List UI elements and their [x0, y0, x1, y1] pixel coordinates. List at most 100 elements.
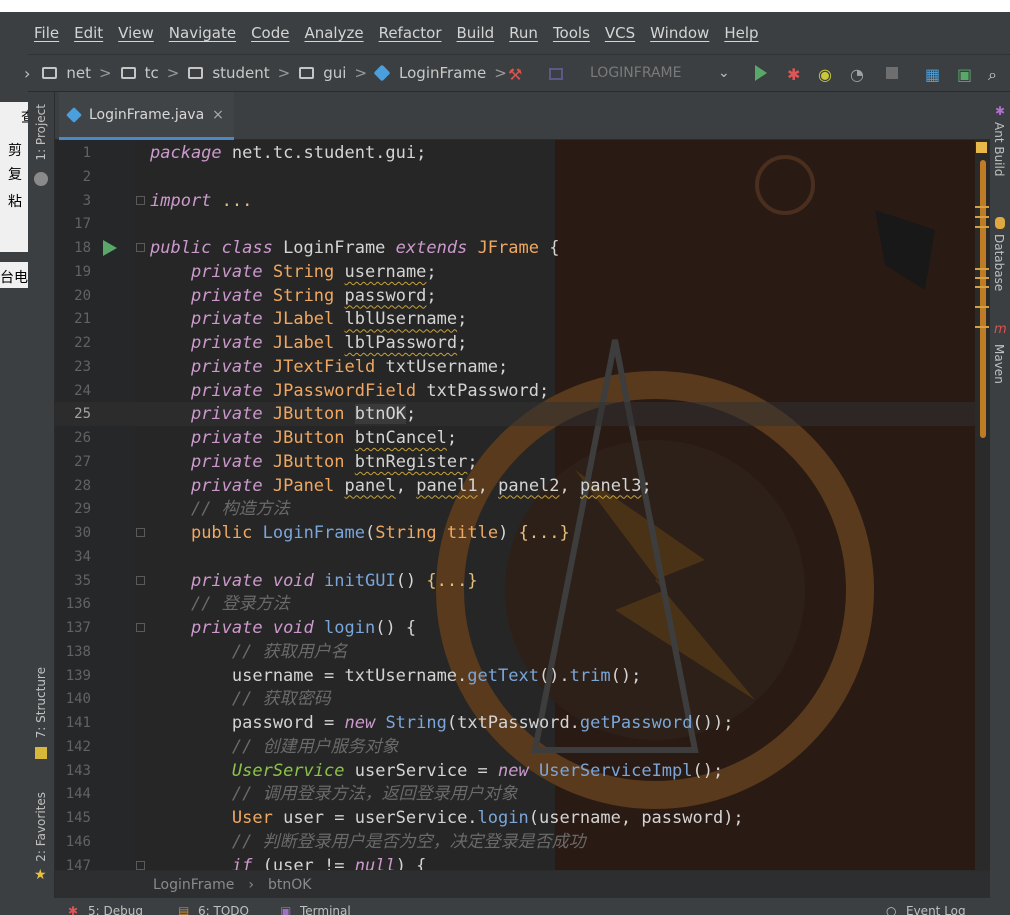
- menu-help[interactable]: Help: [724, 24, 758, 42]
- error-marker[interactable]: [975, 326, 989, 328]
- code-line[interactable]: 3 import ...: [55, 189, 990, 213]
- fold-toggle-icon[interactable]: [136, 528, 145, 537]
- chevron-down-icon[interactable]: ⌄: [718, 65, 730, 81]
- terminal-tool-button[interactable]: Terminal: [300, 904, 351, 915]
- event-log-button[interactable]: Event Log: [906, 904, 966, 915]
- menu-vcs[interactable]: VCS: [605, 24, 635, 42]
- menu-file[interactable]: File: [34, 24, 59, 42]
- project-tool-button[interactable]: 1: Project: [34, 104, 48, 161]
- crumb-tc[interactable]: tc: [120, 64, 159, 82]
- code-line[interactable]: 26 private JButton btnCancel;: [55, 426, 990, 450]
- close-icon[interactable]: ×: [212, 107, 224, 123]
- code-line[interactable]: 21 private JLabel lblUsername;: [55, 307, 990, 331]
- code-line[interactable]: 141 password = new String(txtPassword.ge…: [55, 711, 990, 735]
- fold-toggle-icon[interactable]: [136, 243, 145, 252]
- profiler-icon[interactable]: ◔: [850, 65, 864, 84]
- menu-tools[interactable]: Tools: [553, 24, 590, 42]
- code-line[interactable]: 17: [55, 212, 990, 236]
- run-icon[interactable]: [755, 65, 767, 81]
- code-line[interactable]: 20 private String password;: [55, 284, 990, 308]
- code-line[interactable]: 24 private JPasswordField txtPassword;: [55, 379, 990, 403]
- menu-window[interactable]: Window: [650, 24, 709, 42]
- code-line[interactable]: 136 // 登录方法: [55, 592, 990, 616]
- menu-navigate[interactable]: Navigate: [169, 24, 236, 42]
- code-line[interactable]: 144 // 调用登录方法，返回登录用户对象: [55, 782, 990, 806]
- code-token: ;: [467, 451, 478, 472]
- fold-toggle-icon[interactable]: [136, 195, 145, 205]
- code-line[interactable]: 1 package net.tc.student.gui;: [55, 141, 990, 165]
- error-marker[interactable]: [975, 277, 989, 279]
- code-line[interactable]: 18 public class LoginFrame extends JFrame…: [55, 236, 990, 260]
- search-icon[interactable]: ⌕: [988, 65, 997, 85]
- menu-build[interactable]: Build: [457, 24, 495, 42]
- coverage-icon[interactable]: ◉: [818, 65, 832, 84]
- code-line[interactable]: 139 username = txtUsername.getText().tri…: [55, 664, 990, 688]
- fold-toggle-icon[interactable]: [136, 860, 145, 870]
- code-line[interactable]: 137 private void login() {: [55, 616, 990, 640]
- menu-view[interactable]: View: [118, 24, 154, 42]
- code-line[interactable]: 35 private void initGUI() {...}: [55, 569, 990, 593]
- editor-scroll-gutter[interactable]: [975, 140, 990, 870]
- scrollbar-thumb[interactable]: [980, 160, 986, 438]
- editor-tab-bar: LoginFrame.java ×: [55, 92, 990, 140]
- code-line[interactable]: 140 // 获取密码: [55, 687, 990, 711]
- error-marker[interactable]: [975, 268, 989, 270]
- favorites-tool-button[interactable]: 2: Favorites: [34, 792, 48, 862]
- crumb-net[interactable]: net: [42, 64, 91, 82]
- run-gutter-icon[interactable]: [103, 240, 117, 256]
- code-line[interactable]: 27 private JButton btnRegister;: [55, 450, 990, 474]
- error-marker[interactable]: [975, 286, 989, 288]
- crumb-gui[interactable]: gui: [299, 64, 346, 82]
- crumb-student[interactable]: student: [188, 64, 270, 82]
- todo-tool-button[interactable]: 6: TODO: [198, 904, 249, 915]
- code-line[interactable]: 145 User user = userService.login(userna…: [55, 806, 990, 830]
- inspection-status-icon[interactable]: [976, 142, 987, 153]
- code-line[interactable]: 2: [55, 165, 990, 189]
- code-line[interactable]: 146 // 判断登录用户是否为空，决定登录是否成功: [55, 830, 990, 854]
- code-line[interactable]: 30 public LoginFrame(String title) {...}: [55, 521, 990, 545]
- menu-edit[interactable]: Edit: [74, 24, 103, 42]
- menu-code[interactable]: Code: [251, 24, 289, 42]
- code-line[interactable]: 28 private JPanel panel, panel1, panel2,…: [55, 474, 990, 498]
- code-token: trim: [569, 665, 611, 686]
- error-marker[interactable]: [975, 226, 989, 228]
- error-marker[interactable]: [975, 306, 989, 308]
- code-line[interactable]: 147 if (user != null) {: [55, 854, 990, 871]
- run-config-label[interactable]: LOGINFRAME: [590, 65, 682, 81]
- code-line[interactable]: 23 private JTextField txtUsername;: [55, 355, 990, 379]
- tab-loginframe-java[interactable]: LoginFrame.java ×: [59, 92, 234, 140]
- debug-icon[interactable]: ✱: [787, 65, 800, 84]
- menu-refactor[interactable]: Refactor: [379, 24, 442, 42]
- build-hammer-icon[interactable]: ⚒: [508, 65, 522, 84]
- code-line[interactable]: 19 private String username;: [55, 260, 990, 284]
- breadcrumb-member[interactable]: btnOK: [268, 877, 311, 893]
- breadcrumb-class[interactable]: LoginFrame: [153, 877, 234, 893]
- chevron-right-icon[interactable]: ›: [24, 64, 30, 83]
- error-marker[interactable]: [975, 216, 989, 218]
- error-marker[interactable]: [975, 206, 989, 208]
- fold-toggle-icon[interactable]: [136, 623, 145, 632]
- menu-analyze[interactable]: Analyze: [304, 24, 363, 42]
- code-line[interactable]: 138 // 获取用户名: [55, 640, 990, 664]
- code-line[interactable]: 142 // 创建用户服务对象: [55, 735, 990, 759]
- database-tool-button[interactable]: Database: [992, 234, 1006, 291]
- code-line[interactable]: 34: [55, 545, 990, 569]
- fold-toggle-icon[interactable]: [136, 575, 145, 585]
- maven-tool-button[interactable]: Maven: [992, 344, 1006, 384]
- stop-icon[interactable]: [886, 67, 898, 79]
- code-line[interactable]: 22 private JLabel lblPassword;: [55, 331, 990, 355]
- terminal-icon[interactable]: ▣: [957, 65, 972, 84]
- code-token: ();: [610, 665, 642, 686]
- ant-build-tool-button[interactable]: Ant Build: [992, 122, 1006, 176]
- code-editor[interactable]: 1 package net.tc.student.gui; 2 3 import ...…: [55, 140, 990, 870]
- project-structure-icon[interactable]: ▦: [925, 65, 940, 84]
- crumb-class[interactable]: LoginFrame: [373, 64, 486, 82]
- debug-tool-button[interactable]: 5: Debug: [88, 904, 143, 915]
- code-line[interactable]: 29 // 构造方法: [55, 497, 990, 521]
- code-line[interactable]: 143 UserService userService = new UserSe…: [55, 759, 990, 783]
- menu-run[interactable]: Run: [509, 24, 538, 42]
- avatar-icon[interactable]: [34, 172, 48, 186]
- structure-tool-button[interactable]: 7: Structure: [34, 667, 48, 738]
- code-line[interactable]: 25 private JButton btnOK;: [55, 402, 990, 427]
